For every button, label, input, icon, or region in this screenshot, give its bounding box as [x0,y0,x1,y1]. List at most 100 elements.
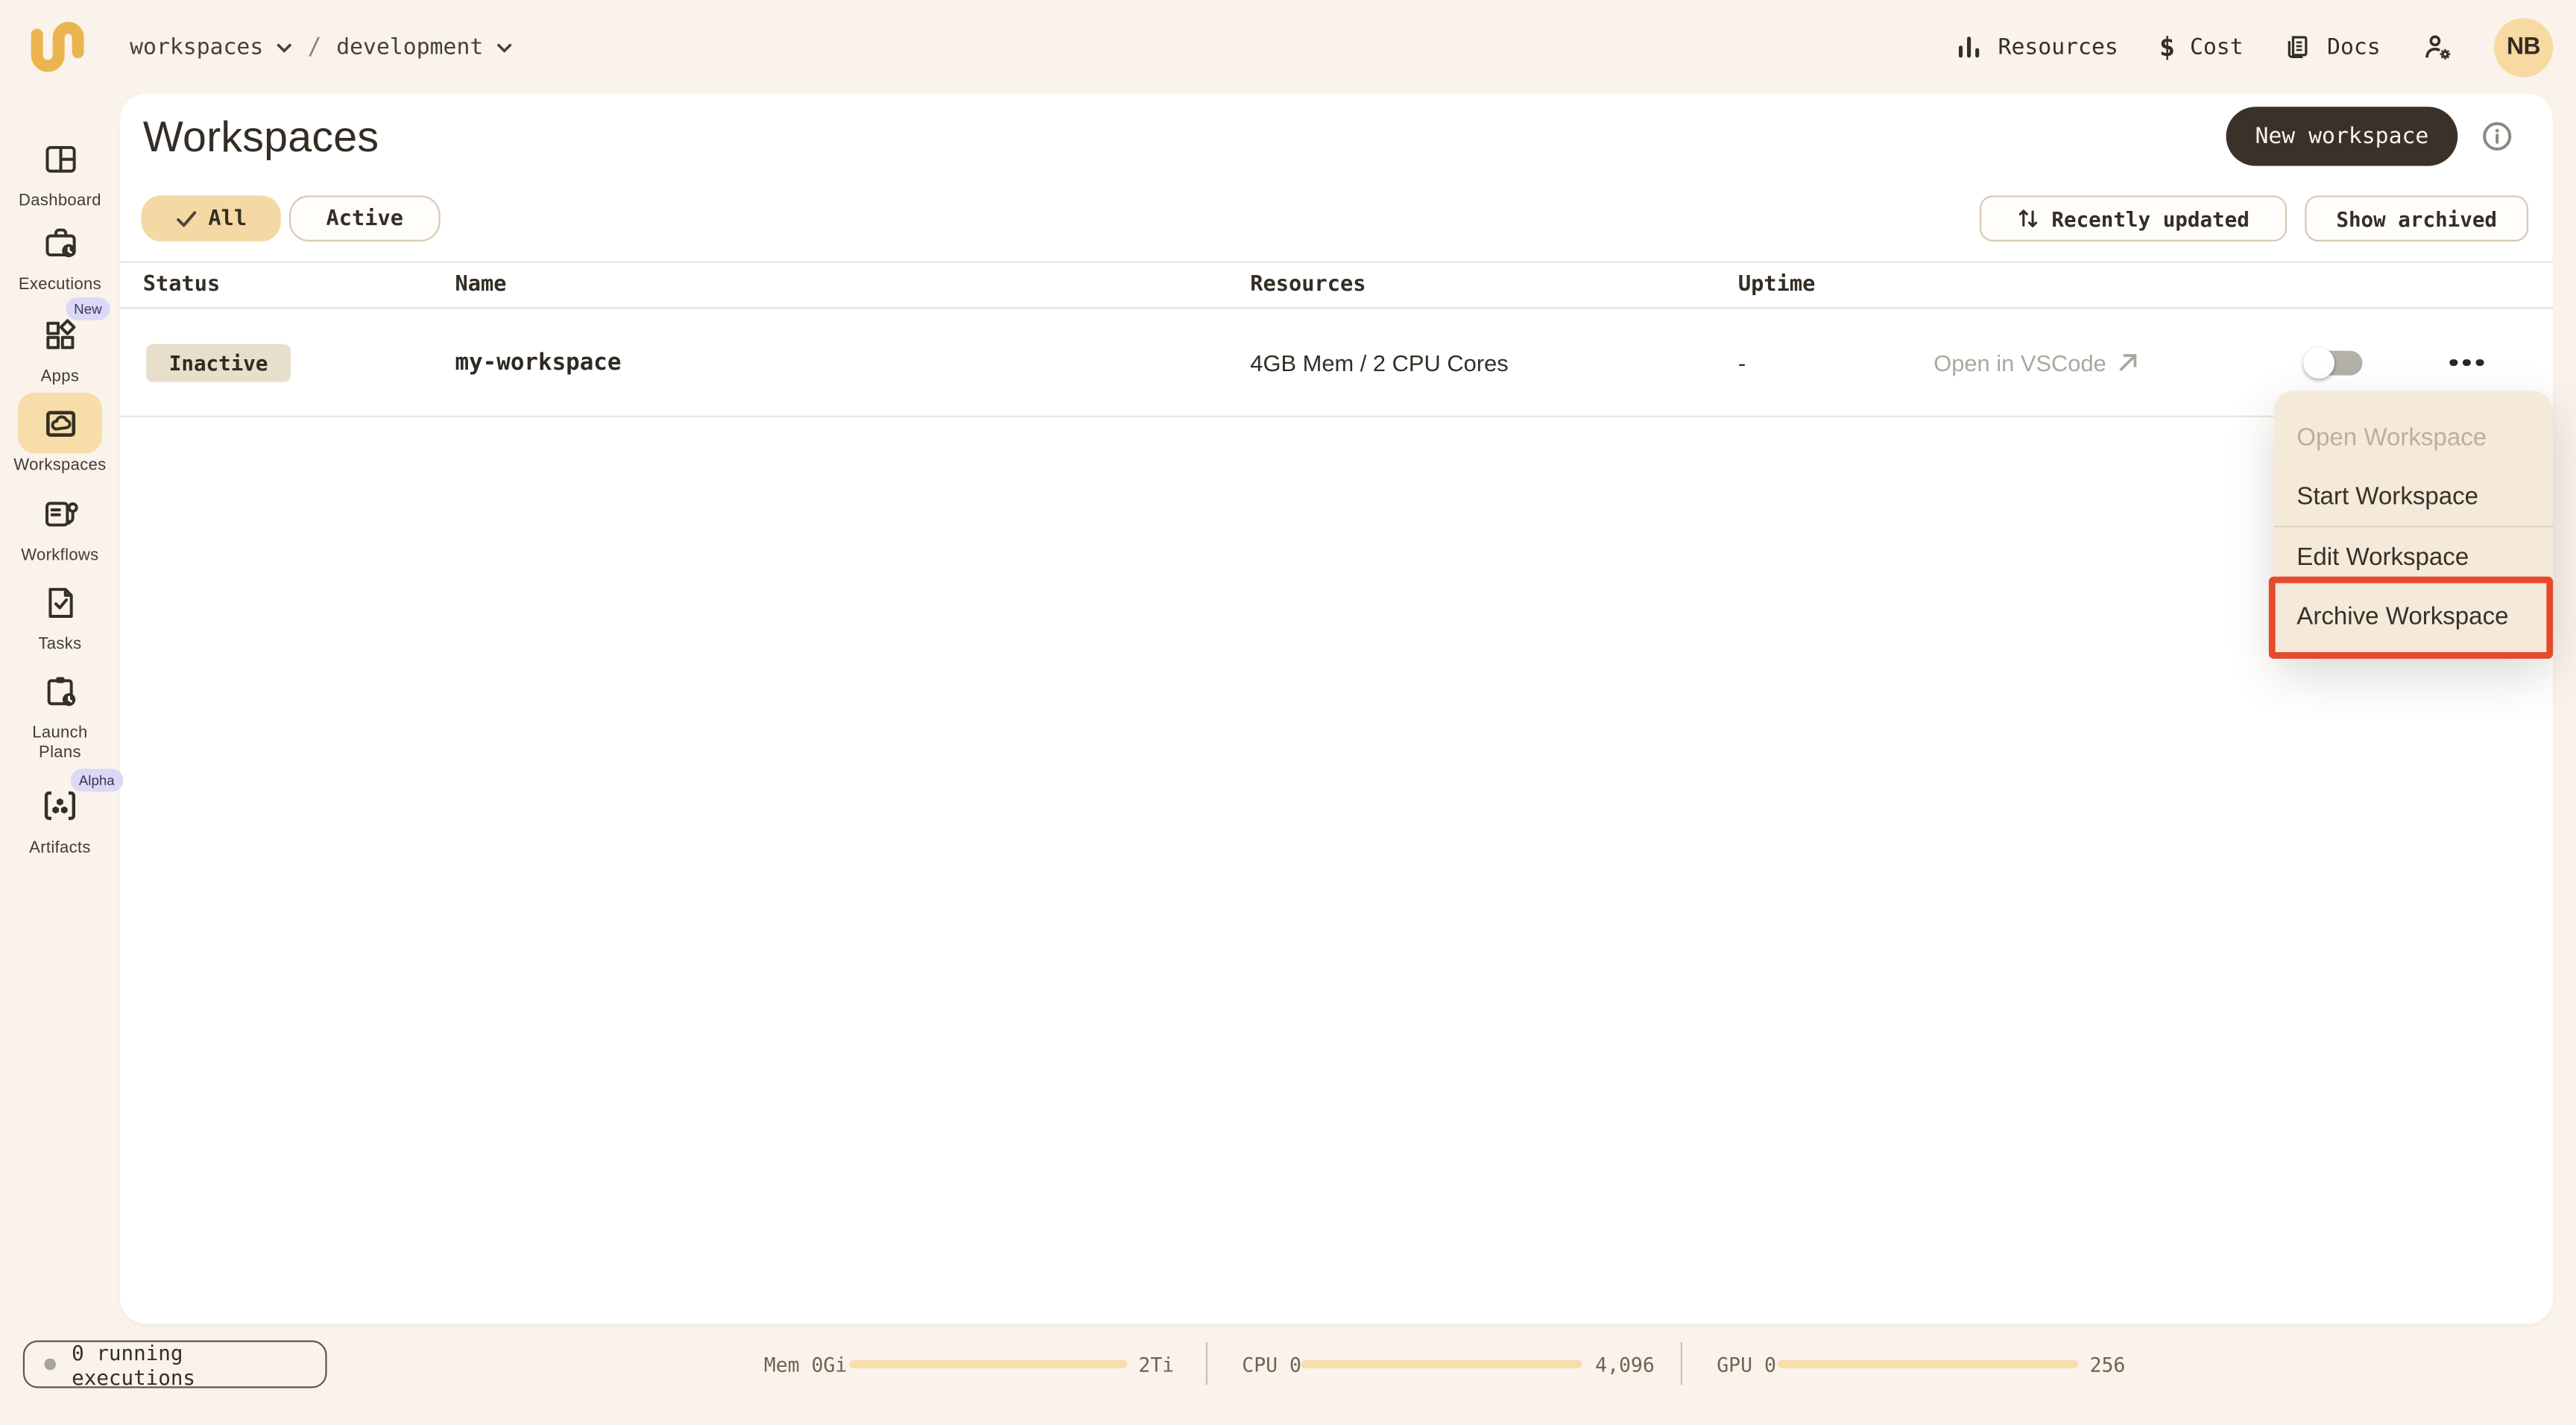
sidebar-item-workspaces[interactable]: Workspaces [0,392,120,475]
sidebar-item-artifacts[interactable]: Alpha Artifacts [0,768,123,859]
tasks-icon [40,583,80,622]
filter-active-label: Active [326,206,404,231]
nav-resources[interactable]: Resources [1955,33,2118,60]
alpha-badge: Alpha [70,768,123,792]
column-header-uptime: Uptime [1737,272,1816,297]
filter-all-label: All [208,206,247,231]
breadcrumb-domain-selector[interactable]: development [336,34,513,60]
dollar-icon: $ [2159,31,2176,63]
nav-cost[interactable]: $ Cost [2159,31,2244,63]
open-in-vscode-link[interactable]: Open in VSCode [1933,349,2139,376]
new-workspace-button[interactable]: New workspace [2226,107,2458,166]
open-in-vscode-label: Open in VSCode [1933,349,2106,376]
check-icon [176,210,196,227]
breadcrumb-domain-label: development [336,34,484,60]
toggle-knob [2303,347,2334,378]
breadcrumb: workspaces / development [130,0,513,94]
running-executions-label: 0 running executions [72,1339,196,1389]
nav-cost-label: Cost [2189,34,2244,60]
table-header: Status Name Resources Uptime [119,263,2554,309]
breadcrumb-project-selector[interactable]: workspaces [130,34,293,60]
ellipsis-icon [2462,358,2470,366]
nav-docs-label: Docs [2327,34,2381,60]
row-actions-menu-button[interactable] [2446,349,2487,376]
sidebar: Dashboard Executions New Apps Workspaces… [0,94,123,1425]
breadcrumb-separator: / [307,34,322,60]
chevron-down-icon [496,42,512,52]
mem-meter-bar [849,1359,1127,1368]
info-button[interactable] [2482,121,2512,151]
user-settings-button[interactable] [2422,31,2453,63]
launch-plans-icon [40,672,80,711]
main-content: Workspaces New workspace All Active Rece… [119,93,2554,1324]
info-icon [2483,121,2512,151]
sidebar-item-label: Workspaces [13,456,107,475]
executions-icon [40,224,80,263]
workflows-icon [40,494,80,534]
union-logo-icon[interactable] [28,16,86,75]
sort-button-label: Recently updated [2051,206,2250,231]
external-link-icon [2119,354,2137,372]
mem-meter-max: 2Ti [1138,1353,1175,1377]
cpu-meter-label: CPU 0 [1242,1353,1301,1377]
row-actions-menu: Open Workspace Start Workspace Edit Work… [2273,391,2554,659]
apps-icon [40,315,80,355]
sidebar-item-label: Apps [40,367,80,386]
sidebar-item-apps[interactable]: New Apps [0,297,120,387]
sidebar-item-tasks[interactable]: Tasks [0,583,120,654]
sidebar-item-label: Tasks [38,635,82,654]
filter-all-chip[interactable]: All [141,195,281,241]
breadcrumb-project-label: workspaces [130,34,264,60]
dashboard-icon [40,139,80,179]
avatar[interactable]: NB [2493,17,2554,77]
nav-resources-label: Resources [1998,34,2118,60]
status-badge: Inactive [146,343,291,382]
sidebar-item-label: Artifacts [29,839,91,858]
nav-docs[interactable]: Docs [2285,33,2381,60]
sidebar-item-label: Workflows [21,546,99,566]
meter-divider [1680,1342,1682,1385]
top-nav: Resources $ Cost Docs NB [1955,0,2554,94]
filter-active-chip[interactable]: Active [288,195,441,241]
sidebar-item-workflows[interactable]: Workflows [0,494,120,566]
running-executions-button[interactable]: 0 running executions [22,1339,327,1389]
workspace-resources: 4GB Mem / 2 CPU Cores [1250,349,1509,376]
menu-item-start-workspace[interactable]: Start Workspace [2273,467,2553,525]
show-archived-label: Show archived [2336,206,2498,231]
top-bar: workspaces / development Resources $ Cos… [0,0,2576,94]
menu-item-archive-workspace[interactable]: Archive Workspace [2273,587,2553,645]
sidebar-item-label: Executions [18,276,101,294]
chevron-down-icon [277,42,292,52]
sort-arrows-icon [2018,209,2037,227]
workspace-uptime: - [1737,349,1746,376]
cpu-meter-max: 4,096 [1595,1353,1655,1377]
app-window: workspaces / development Resources $ Cos… [0,0,2576,1425]
status-dot-icon [44,1358,56,1371]
table-row[interactable]: Inactive my-workspace 4GB Mem / 2 CPU Co… [119,309,2554,417]
gpu-meter-label: GPU 0 [1717,1353,1776,1377]
column-header-name: Name [455,272,507,297]
menu-item-open-workspace: Open Workspace [2296,423,2487,452]
show-archived-button[interactable]: Show archived [2305,195,2529,241]
sidebar-item-label: Dashboard [19,192,101,211]
sidebar-item-label: Launch Plans [32,724,88,762]
sidebar-item-dashboard[interactable]: Dashboard [0,139,120,211]
sort-button[interactable]: Recently updated [1979,195,2288,241]
workspaces-icon [18,392,102,454]
column-header-resources: Resources [1250,272,1366,297]
avatar-initials: NB [2507,34,2541,60]
ellipsis-icon [2475,358,2484,366]
gpu-meter-max: 256 [2089,1353,2126,1377]
menu-item-edit-workspace[interactable]: Edit Workspace [2273,528,2553,587]
workspace-name: my-workspace [455,349,622,376]
sidebar-item-launch-plans[interactable]: Launch Plans [0,672,120,762]
ellipsis-icon [2449,358,2457,366]
user-gear-icon [2425,35,2451,60]
sidebar-item-executions[interactable]: Executions [0,224,120,295]
artifacts-icon [40,786,80,827]
cpu-meter-bar [1301,1359,1582,1368]
bar-chart-icon [1959,37,1980,58]
gpu-meter-bar [1777,1359,2079,1368]
mem-meter-label: Mem 0Gi [763,1353,847,1377]
workspace-power-toggle[interactable] [2303,347,2363,378]
